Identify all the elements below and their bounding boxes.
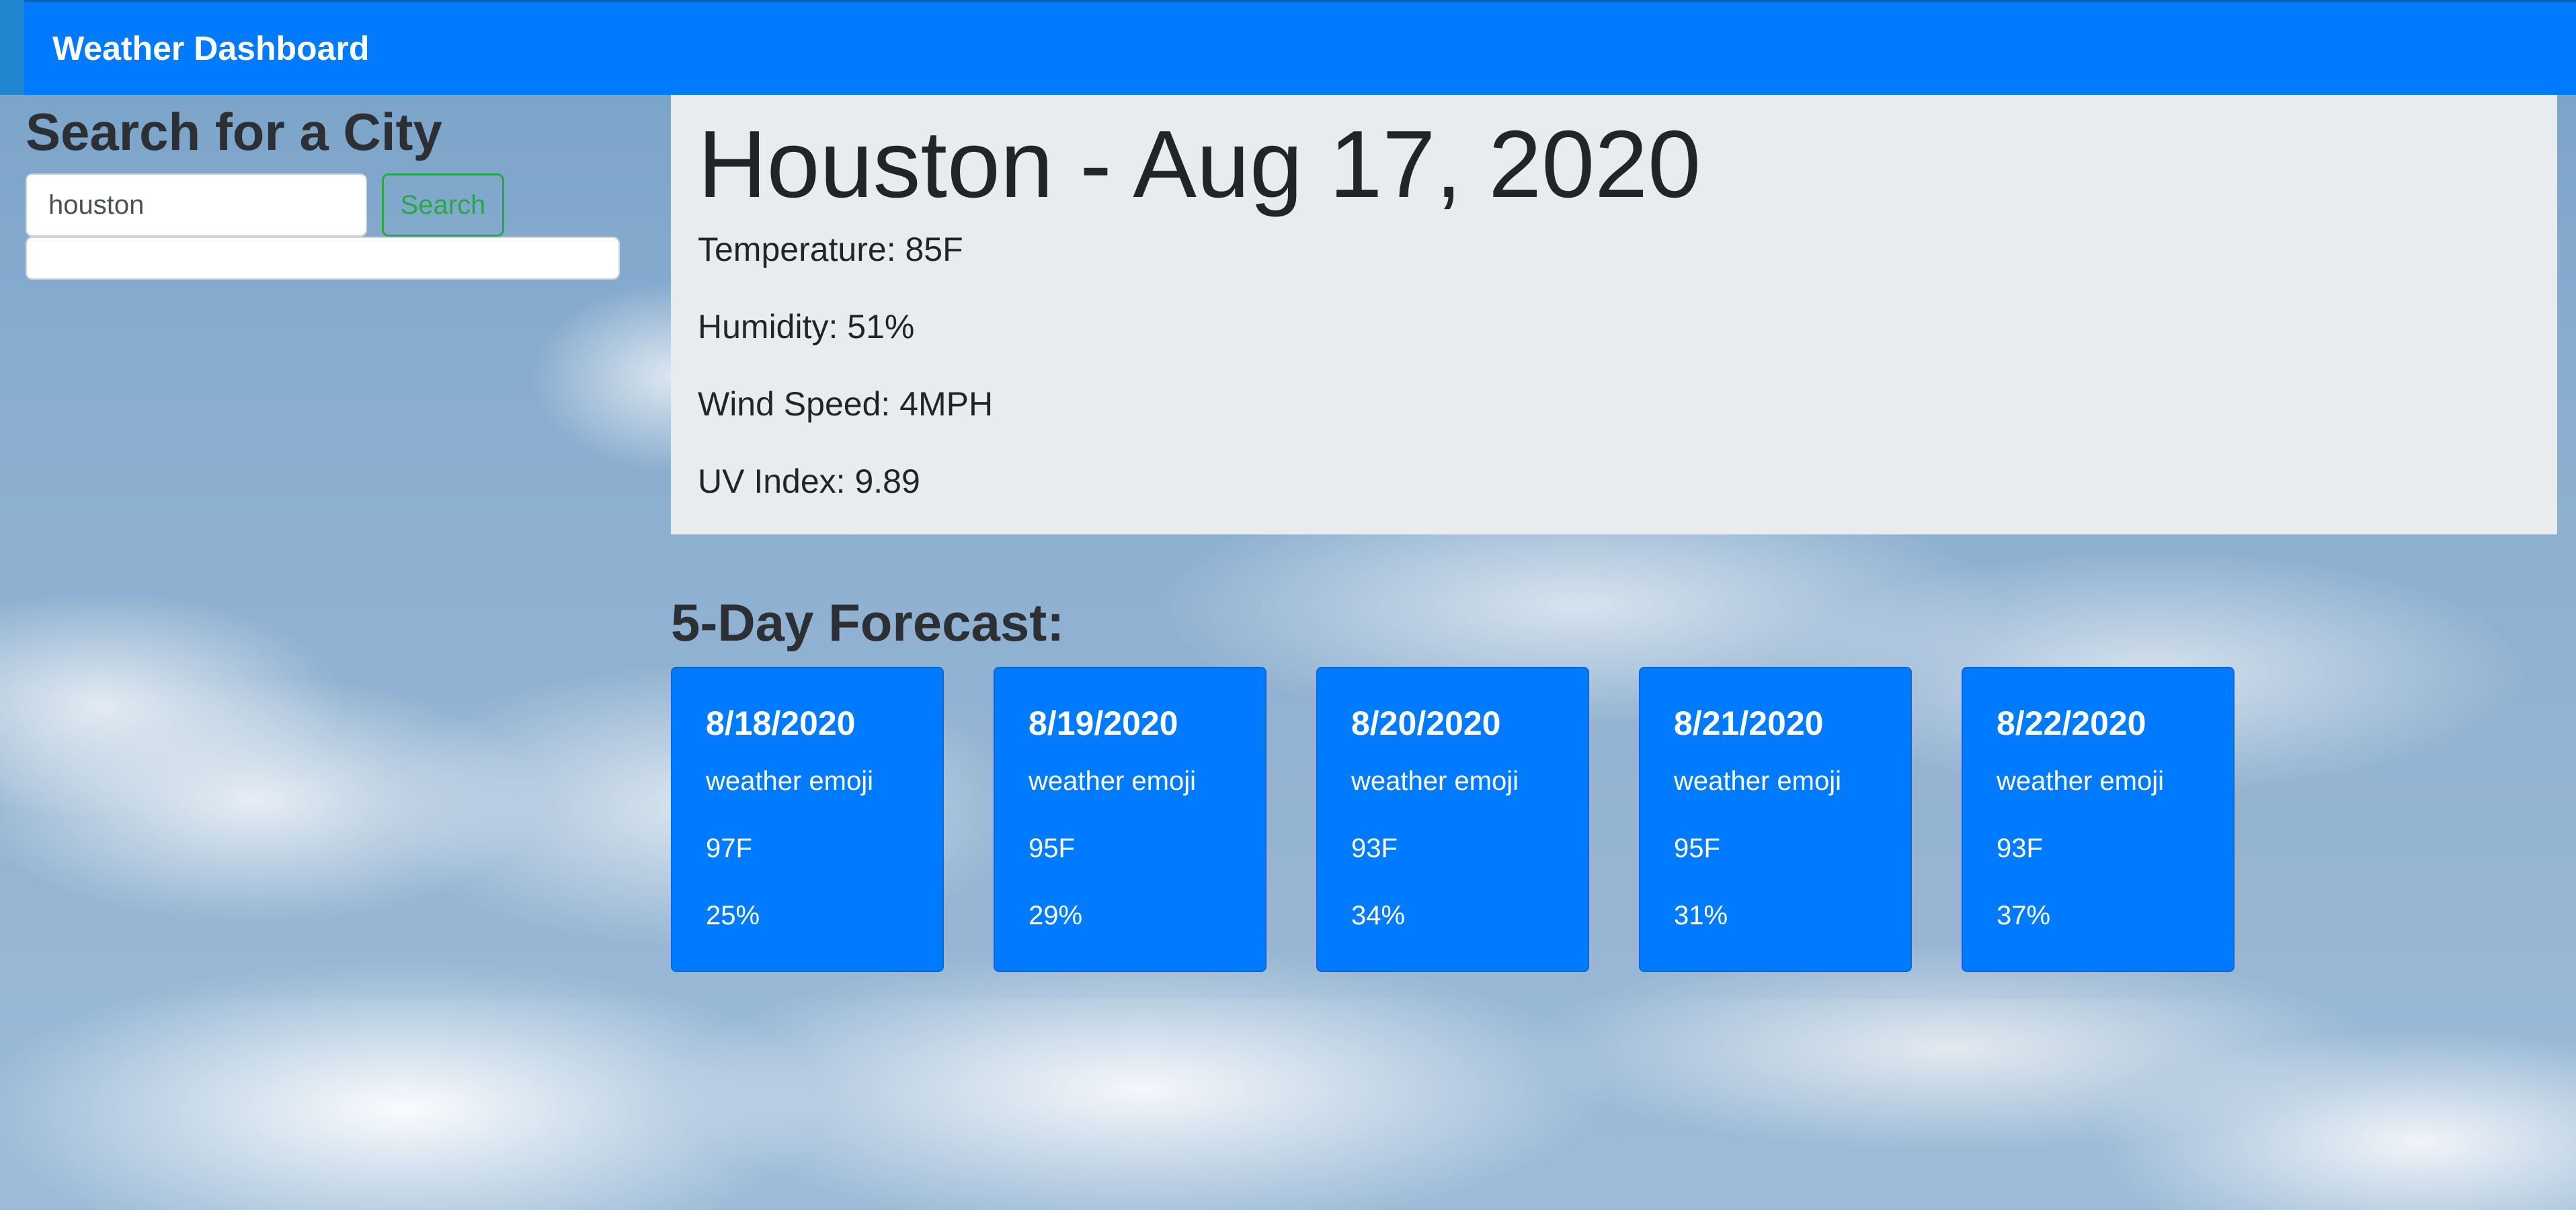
current-wind-speed: Wind Speed: 4MPH — [698, 385, 994, 423]
app-title[interactable]: Weather Dashboard — [52, 28, 369, 69]
forecast-card: 8/18/2020 weather emoji 97F 25% — [671, 667, 944, 972]
forecast-temperature: 93F — [1997, 834, 2043, 863]
forecast-humidity: 31% — [1674, 901, 1728, 930]
current-uv-index: UV Index: 9.89 — [698, 462, 920, 500]
forecast-date: 8/19/2020 — [1029, 704, 1178, 742]
weather-icon: weather emoji — [706, 766, 874, 796]
weather-icon: weather emoji — [1029, 766, 1197, 796]
forecast-date: 8/20/2020 — [1351, 704, 1501, 742]
navbar: Weather Dashboard — [0, 0, 2576, 95]
weather-icon: weather emoji — [1351, 766, 1519, 796]
current-temperature: Temperature: 85F — [698, 231, 963, 268]
weather-icon: weather emoji — [1674, 766, 1842, 796]
forecast-temperature: 95F — [1674, 834, 1720, 863]
current-weather-panel: Houston - Aug 17, 2020 Temperature: 85F … — [671, 95, 2557, 534]
forecast-humidity: 34% — [1351, 901, 1406, 930]
forecast-card: 8/22/2020 weather emoji 93F 37% — [1962, 667, 2235, 972]
search-input[interactable] — [26, 173, 367, 237]
navbar-edge — [0, 0, 24, 95]
forecast-card: 8/20/2020 weather emoji 93F 34% — [1316, 667, 1589, 972]
search-history-list[interactable] — [26, 237, 620, 280]
forecast-heading: 5-Day Forecast: — [671, 593, 1065, 652]
forecast-humidity: 25% — [706, 901, 760, 930]
search-heading: Search for a City — [26, 102, 442, 161]
forecast-temperature: 95F — [1029, 834, 1075, 863]
forecast-humidity: 29% — [1029, 901, 1083, 930]
weather-icon: weather emoji — [1997, 766, 2165, 796]
forecast-card: 8/19/2020 weather emoji 95F 29% — [994, 667, 1266, 972]
forecast-temperature: 97F — [706, 834, 752, 863]
forecast-humidity: 37% — [1997, 901, 2051, 930]
current-humidity: Humidity: 51% — [698, 308, 915, 346]
forecast-date: 8/18/2020 — [706, 704, 856, 742]
forecast-temperature: 93F — [1351, 834, 1398, 863]
search-button[interactable]: Search — [382, 173, 504, 237]
forecast-date: 8/21/2020 — [1674, 704, 1824, 742]
forecast-card: 8/21/2020 weather emoji 95F 31% — [1639, 667, 1912, 972]
city-date-title: Houston - Aug 17, 2020 — [698, 111, 1701, 218]
forecast-date: 8/22/2020 — [1997, 704, 2146, 742]
